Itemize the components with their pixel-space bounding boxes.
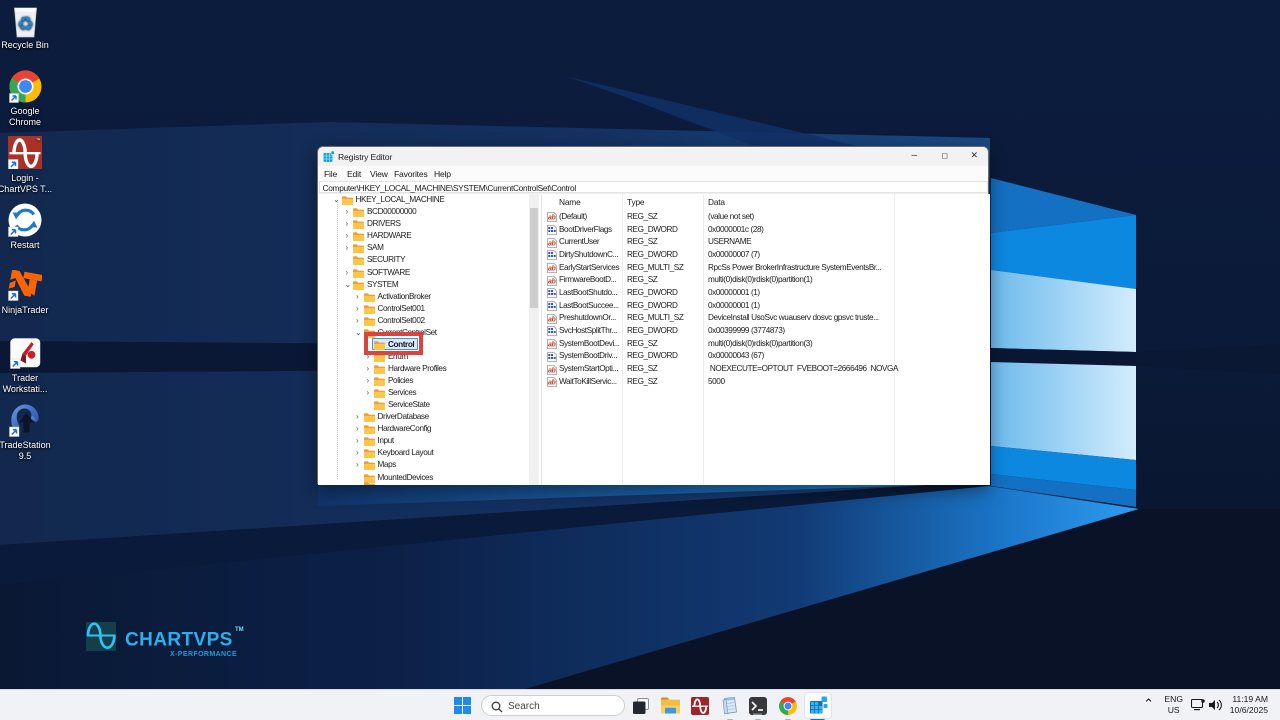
svg-text:ab: ab: [548, 266, 556, 273]
svg-text:ab: ab: [548, 342, 556, 349]
svg-text:TM: TM: [235, 627, 244, 633]
svg-text:CHARTVPS: CHARTVPS: [125, 630, 233, 651]
svg-text:ab: ab: [548, 316, 556, 323]
svg-text:ab: ab: [548, 278, 556, 285]
svg-text:♻: ♻: [16, 14, 33, 35]
svg-text:ab: ab: [548, 240, 556, 247]
svg-text:ab: ab: [548, 380, 556, 387]
svg-text:™: ™: [36, 138, 41, 143]
svg-text:ab: ab: [548, 367, 556, 374]
svg-text:ab: ab: [548, 215, 556, 222]
svg-text:X-PERFORMANCE: X-PERFORMANCE: [170, 651, 237, 658]
